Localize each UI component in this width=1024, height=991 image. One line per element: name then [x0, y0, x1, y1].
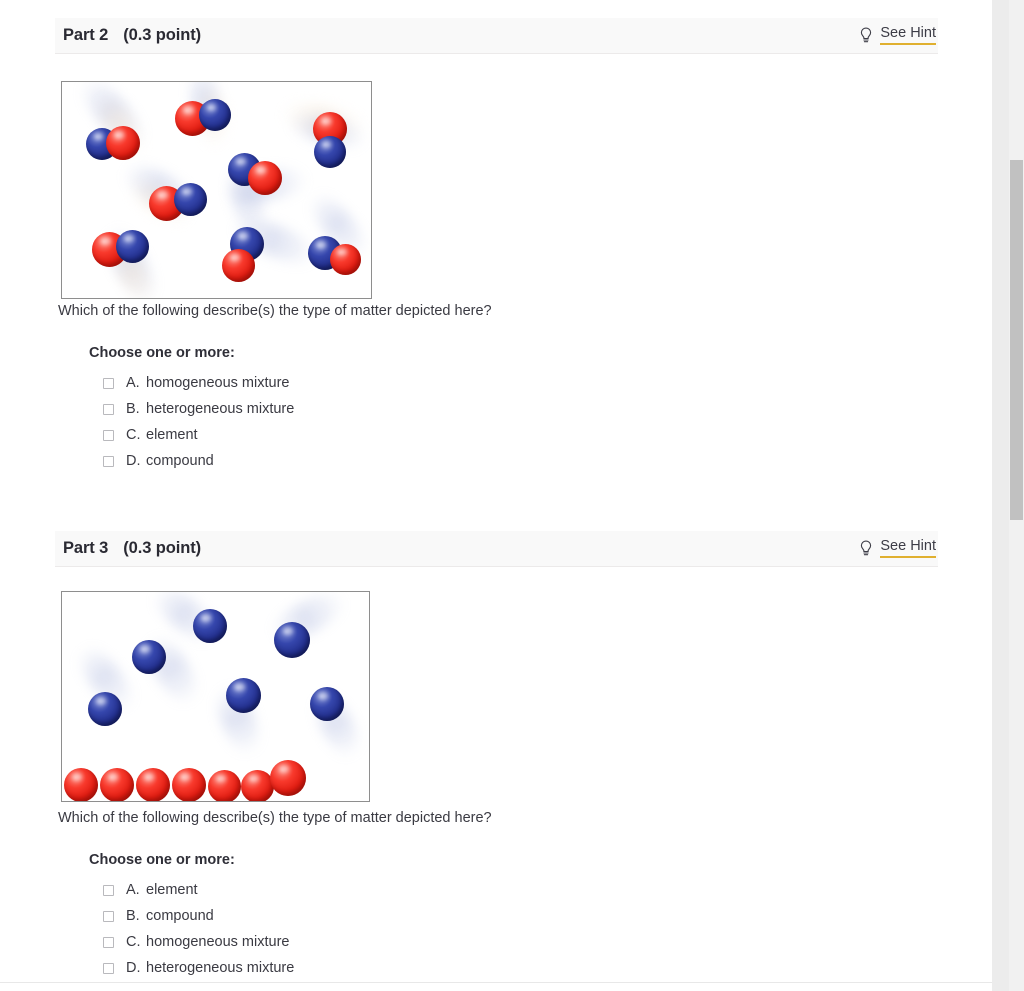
part-3-choose-label: Choose one or more: [89, 852, 235, 868]
part-3-question-text: Which of the following describe(s) the t… [58, 810, 492, 826]
part-2-option-a-letter: A. [126, 375, 140, 391]
part-3-option-a[interactable]: A. element [103, 877, 294, 903]
part-2-checkbox-b[interactable] [103, 403, 114, 415]
part-2-checkbox-c[interactable] [103, 429, 114, 441]
lightbulb-icon [861, 27, 872, 43]
part-3-checkbox-a[interactable] [103, 884, 114, 896]
vertical-scrollbar-thumb[interactable] [1010, 160, 1023, 520]
part-3-option-d[interactable]: D. heterogeneous mixture [103, 955, 294, 981]
part-3-title: Part 3 (0.3 point) [63, 539, 201, 558]
part-2-option-b-text: heterogeneous mixture [146, 401, 295, 417]
part-2-option-d-letter: D. [126, 453, 141, 469]
vertical-scrollbar-track[interactable] [1009, 0, 1024, 991]
part-3-option-b-text: compound [146, 908, 214, 924]
part-2-points-label: (0.3 point) [123, 26, 201, 44]
part-3-points-label: (0.3 point) [123, 539, 201, 557]
part-2-matter-figure [61, 81, 372, 299]
part-3-option-a-text: element [146, 882, 198, 898]
part-3-option-c[interactable]: C. homogeneous mixture [103, 929, 294, 955]
part-2-header: Part 2 (0.3 point) See Hint [55, 18, 938, 54]
part-2-hint-label: See Hint [880, 25, 936, 46]
part-3-option-c-text: homogeneous mixture [146, 934, 290, 950]
part-2-option-c[interactable]: C. element [103, 422, 294, 448]
part-3-header: Part 3 (0.3 point) See Hint [55, 531, 938, 567]
part-3-checkbox-c[interactable] [103, 936, 114, 948]
part-3-options-list: A. element B. compound C. homogeneous mi… [103, 877, 294, 981]
part-2-option-b-letter: B. [126, 401, 140, 417]
part-3-checkbox-d[interactable] [103, 962, 114, 974]
part-3-option-b-letter: B. [126, 908, 140, 924]
part-2-option-c-letter: C. [126, 427, 141, 443]
page-root: Part 2 (0.3 point) See Hint Which of the… [0, 0, 1024, 991]
part-2-question-text: Which of the following describe(s) the t… [58, 303, 492, 319]
part-3-option-c-letter: C. [126, 934, 141, 950]
part-2-option-d[interactable]: D. compound [103, 448, 294, 474]
assignment-content: Part 2 (0.3 point) See Hint Which of the… [0, 0, 992, 991]
part-2-option-a-text: homogeneous mixture [146, 375, 290, 391]
scrollbar-gutter [992, 0, 1009, 991]
part-3-option-b[interactable]: B. compound [103, 903, 294, 929]
part-3-option-d-text: heterogeneous mixture [146, 960, 295, 976]
part-2-molecule-scene [62, 82, 371, 298]
part-3-option-d-letter: D. [126, 960, 141, 976]
part-3-hint-label: See Hint [880, 538, 936, 559]
content-bottom-divider [0, 982, 992, 983]
part-3-option-a-letter: A. [126, 882, 140, 898]
part-2-checkbox-d[interactable] [103, 455, 114, 467]
part-3-checkbox-b[interactable] [103, 910, 114, 922]
part-3-matter-figure [61, 591, 370, 802]
part-3-see-hint-button[interactable]: See Hint [859, 538, 938, 559]
part-2-option-b[interactable]: B. heterogeneous mixture [103, 396, 294, 422]
part-3-molecule-scene [62, 592, 369, 801]
part-2-option-a[interactable]: A. homogeneous mixture [103, 370, 294, 396]
part-2-option-d-text: compound [146, 453, 214, 469]
part-2-see-hint-button[interactable]: See Hint [859, 25, 938, 46]
part-2-option-c-text: element [146, 427, 198, 443]
lightbulb-icon [861, 540, 872, 556]
part-2-checkbox-a[interactable] [103, 377, 114, 389]
part-2-title: Part 2 (0.3 point) [63, 26, 201, 45]
part-2-options-list: A. homogeneous mixture B. heterogeneous … [103, 370, 294, 474]
part-2-title-label: Part 2 [63, 26, 109, 44]
part-3-title-label: Part 3 [63, 539, 109, 557]
part-2-choose-label: Choose one or more: [89, 345, 235, 361]
